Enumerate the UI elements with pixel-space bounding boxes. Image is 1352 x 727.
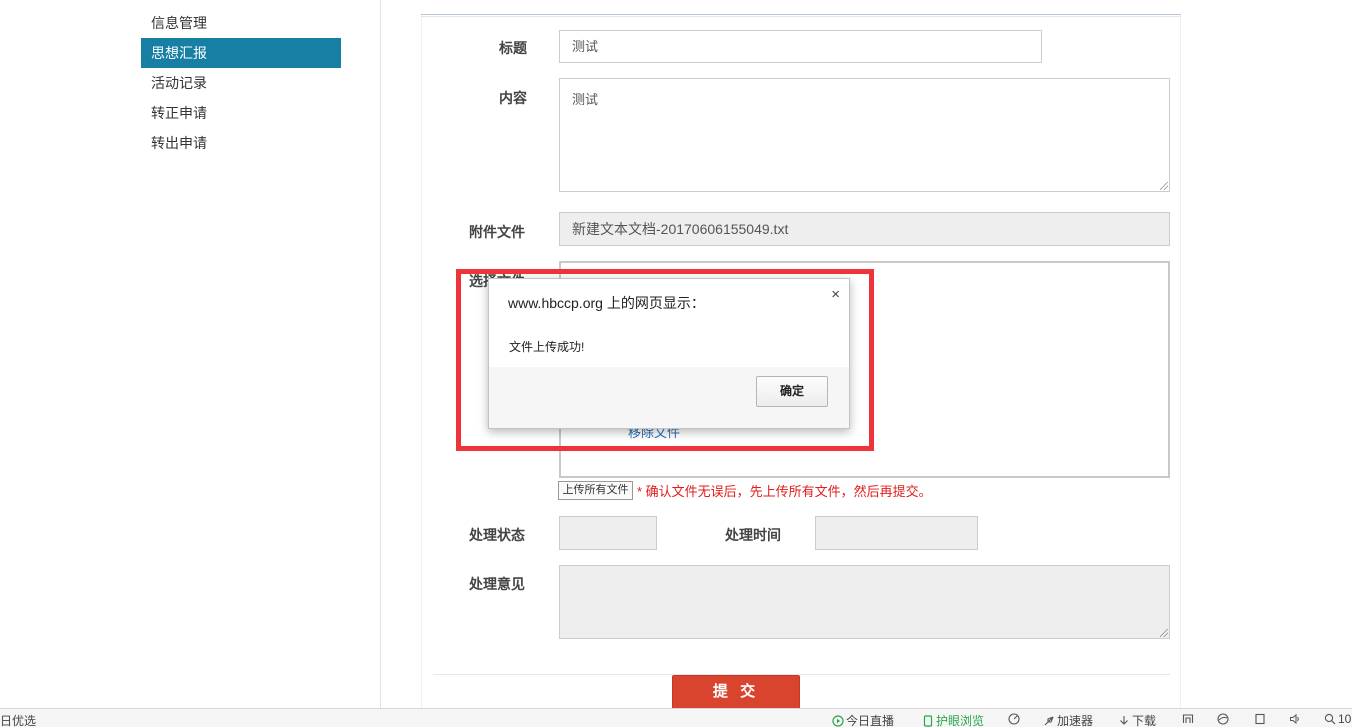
zoom-icon [1324, 713, 1336, 725]
speedometer-icon [1008, 713, 1020, 725]
upload-all-button[interactable]: 上传所有文件 [558, 481, 633, 500]
sidebar-divider [380, 0, 381, 708]
opinion-textarea [559, 565, 1170, 639]
status-left-text[interactable]: 日优选 [0, 712, 36, 727]
attachment-label: 附件文件 [469, 224, 525, 240]
time-label: 处理时间 [725, 527, 781, 543]
browser-icon [1217, 713, 1229, 725]
time-field [815, 516, 978, 550]
browser-button[interactable] [1217, 712, 1231, 726]
eye-care-button[interactable]: 护眼浏览 [922, 712, 984, 727]
speed-button[interactable] [1008, 712, 1022, 726]
download-label: 下载 [1132, 714, 1157, 727]
play-circle-icon [832, 715, 844, 727]
status-label: 处理状态 [469, 527, 525, 543]
content-textarea[interactable]: 测试 [559, 78, 1170, 192]
window-icon [1255, 713, 1265, 725]
highlight-box [456, 269, 874, 451]
screenshot-button[interactable] [1182, 712, 1196, 726]
title-label: 标题 [499, 40, 527, 56]
sidebar-item-regularization-request[interactable]: 转正申请 [141, 98, 341, 128]
sidebar-nav: 信息管理 思想汇报 活动记录 转正申请 转出申请 [141, 8, 341, 158]
volume-icon [1290, 713, 1299, 725]
title-input[interactable]: 测试 [559, 30, 1042, 63]
download-button[interactable]: 下载 [1118, 712, 1156, 727]
screenshot-icon [1182, 714, 1194, 723]
panel-top-border [421, 14, 1181, 17]
window-button[interactable] [1254, 712, 1268, 726]
volume-button[interactable] [1289, 712, 1303, 726]
sidebar-item-transfer-out-request[interactable]: 转出申请 [141, 128, 341, 158]
page: 信息管理 思想汇报 活动记录 转正申请 转出申请 标题 测试 内容 测试 附件文… [0, 0, 1352, 727]
rocket-icon [1044, 716, 1054, 726]
eye-care-icon [923, 715, 933, 727]
live-button[interactable]: 今日直播 [832, 712, 894, 727]
resize-handle-icon[interactable] [1160, 182, 1168, 190]
accelerator-button[interactable]: 加速器 [1043, 712, 1093, 727]
browser-status-bar: 日优选 今日直播 护眼浏览 加速器 下载 10 [0, 708, 1352, 727]
resize-handle-icon[interactable] [1160, 629, 1168, 637]
sidebar-item-activity-record[interactable]: 活动记录 [141, 68, 341, 98]
zoom-button[interactable]: 10 [1324, 712, 1351, 726]
eye-care-label: 护眼浏览 [936, 714, 985, 727]
content-label: 内容 [499, 90, 527, 106]
status-field [559, 516, 657, 550]
submit-button[interactable]: 提 交 [672, 675, 800, 709]
live-label: 今日直播 [846, 714, 895, 727]
content-text: 测试 [572, 92, 599, 107]
attachment-field: 新建文本文档-20170606155049.txt [559, 212, 1170, 246]
form-divider [433, 674, 1170, 675]
opinion-label: 处理意见 [469, 576, 525, 592]
download-icon [1120, 716, 1128, 725]
sidebar-item-info-management[interactable]: 信息管理 [141, 8, 341, 38]
upload-note: * 确认文件无误后，先上传所有文件，然后再提交。 [637, 484, 932, 499]
sidebar-item-thought-report[interactable]: 思想汇报 [141, 38, 341, 68]
accelerator-label: 加速器 [1057, 714, 1094, 727]
zoom-label: 10 [1338, 712, 1352, 726]
